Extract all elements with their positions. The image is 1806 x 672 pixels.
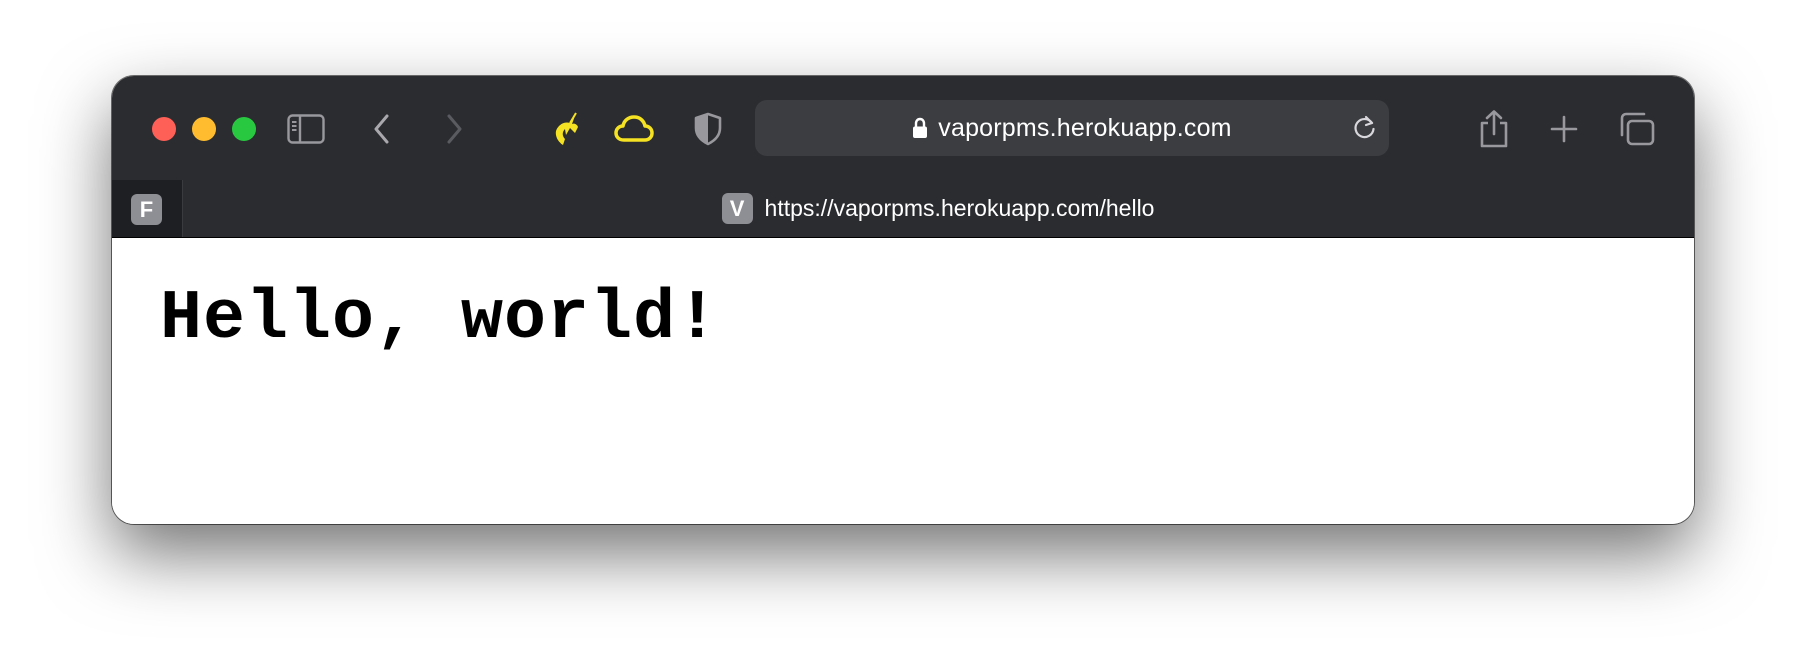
cloud-extension-button[interactable] [612,108,656,150]
sidebar-toggle-button[interactable] [284,108,328,150]
share-button[interactable] [1472,108,1516,150]
minimize-window-button[interactable] [192,117,216,141]
forward-button[interactable] [432,108,476,150]
share-icon [1480,110,1508,148]
lock-icon [913,117,928,138]
active-tab[interactable]: V https://vaporpms.herokuapp.com/hello [182,180,1694,237]
unicorn-extension-icon [555,112,578,145]
unicorn-extension-button[interactable] [546,108,590,150]
new-tab-button[interactable] [1542,108,1586,150]
zoom-window-button[interactable] [232,117,256,141]
tab-overview-button[interactable] [1615,108,1659,150]
url-text: vaporpms.herokuapp.com [938,114,1232,142]
forward-icon [447,114,462,144]
page-heading: Hello, world! [160,280,720,359]
sidebar-icon [287,114,325,144]
reload-icon[interactable] [1351,114,1379,142]
shield-icon [694,112,722,146]
tab-bar: F V https://vaporpms.herokuapp.com/hello [112,180,1694,238]
privacy-report-button[interactable] [686,108,730,150]
page-content: Hello, world! [112,238,1694,524]
back-icon [374,114,389,144]
pinned-tab-favicon: F [131,194,162,225]
pinned-tab[interactable]: F [112,180,183,237]
cloud-extension-icon [614,115,654,142]
active-tab-favicon: V [721,193,753,224]
active-tab-title: https://vaporpms.herokuapp.com/hello [764,195,1155,221]
browser-window: vaporpms.herokuapp.com F V https://vapor… [112,76,1694,524]
back-button[interactable] [360,108,404,150]
address-bar[interactable]: vaporpms.herokuapp.com [755,100,1389,156]
toolbar: vaporpms.herokuapp.com [112,76,1694,180]
close-window-button[interactable] [152,117,176,141]
plus-icon [1550,115,1578,143]
tabs-overview-icon [1620,112,1655,146]
